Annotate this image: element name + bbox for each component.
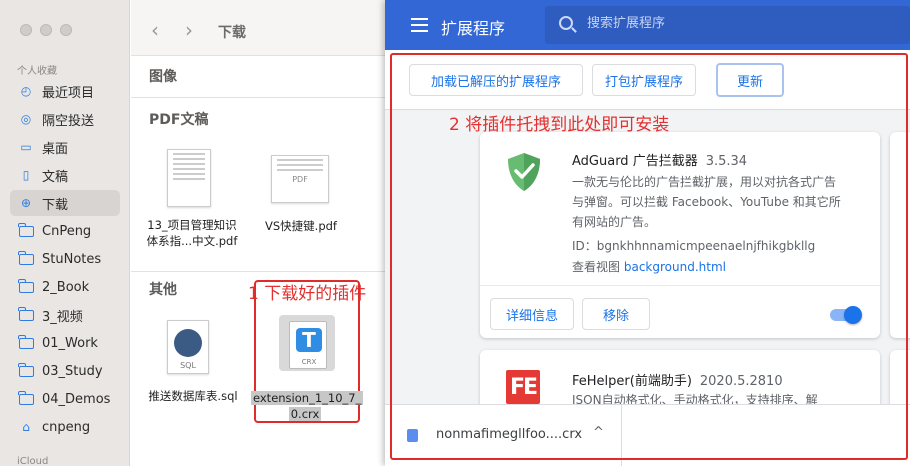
sidebar-item-2-book[interactable]: 2_Book <box>10 274 120 300</box>
airdrop-icon: ◎ <box>20 112 32 126</box>
download-icon: ⊕ <box>20 196 32 210</box>
finder-toolbar: ‹ › <box>131 0 392 56</box>
sidebar-item-desktop[interactable]: ▭ 桌面 <box>10 134 120 160</box>
sidebar-item-cnpeng[interactable]: CnPeng <box>10 218 120 244</box>
extensions-header: 扩展程序 <box>385 0 910 50</box>
finder-sidebar: 个人收藏 ◴ 最近项目 ◎ 隔空投送 ▭ 桌面 ▯ 文稿 ⊕ 下载 CnPeng StuN… <box>0 0 130 466</box>
folder-icon <box>18 278 34 295</box>
pdf-file-icon[interactable] <box>167 149 211 207</box>
finder-title: 下载 <box>218 25 246 41</box>
sidebar-item-04-demos[interactable]: 04_Demos <box>10 386 120 412</box>
minimize-window-button[interactable] <box>40 24 52 36</box>
clock-icon: ◴ <box>20 84 32 98</box>
sidebar-item-cnpeng-home[interactable]: ⌂ cnpeng <box>10 414 120 440</box>
folder-icon <box>18 222 34 239</box>
sidebar-item-stunotes[interactable]: StuNotes <box>10 246 120 272</box>
forward-button[interactable]: › <box>185 18 193 42</box>
folder-icon <box>18 390 34 407</box>
crx-file-name[interactable]: extension_1_10_7_ 0.crx <box>251 390 364 422</box>
search-input[interactable] <box>587 16 887 31</box>
sidebar-item-airdrop[interactable]: ◎ 隔空投送 <box>10 106 120 132</box>
extensions-title: 扩展程序 <box>441 19 506 38</box>
sidebar-item-3-video[interactable]: 3_视频 <box>10 302 120 328</box>
drop-zone-highlight <box>390 53 908 460</box>
search-box[interactable] <box>545 6 910 44</box>
sidebar-item-downloads[interactable]: ⊕ 下载 <box>10 190 120 216</box>
finder-content: 图像 PDF文稿 13_项目管理知识 体系指...中文.pdf PDF VS快捷… <box>131 57 392 466</box>
section-divider <box>131 271 392 272</box>
folder-icon <box>18 334 34 351</box>
folder-icon <box>18 362 34 379</box>
sql-file-name[interactable]: 推送数据库表.sql <box>139 388 247 404</box>
sql-file-icon[interactable]: SQL <box>167 320 209 374</box>
sidebar-item-recents[interactable]: ◴ 最近项目 <box>10 78 120 104</box>
section-divider <box>131 97 392 98</box>
sidebar-item-documents[interactable]: ▯ 文稿 <box>10 162 120 188</box>
crx-t-logo-icon: T <box>296 328 322 352</box>
pdf-file-icon[interactable]: PDF <box>271 155 329 203</box>
desktop-icon: ▭ <box>20 140 32 154</box>
section-images: 图像 <box>149 69 177 85</box>
zoom-window-button[interactable] <box>60 24 72 36</box>
back-button[interactable]: ‹ <box>151 18 159 42</box>
section-other: 其他 <box>149 282 177 298</box>
folder-icon <box>18 306 34 323</box>
hamburger-menu-icon[interactable] <box>411 18 428 32</box>
close-window-button[interactable] <box>20 24 32 36</box>
sidebar-item-03-study[interactable]: 03_Study <box>10 358 120 384</box>
search-icon <box>559 16 573 30</box>
pdf-file-name[interactable]: 13_项目管理知识 体系指...中文.pdf <box>137 217 247 249</box>
crx-file-icon[interactable]: T CRX <box>279 315 335 371</box>
folder-icon <box>18 250 34 267</box>
sidebar-section-favorites: 个人收藏 <box>17 66 57 77</box>
sidebar-section-icloud: iCloud <box>17 456 49 466</box>
home-icon: ⌂ <box>22 420 30 434</box>
pdf-file-name[interactable]: VS快捷键.pdf <box>251 218 351 234</box>
finder-window: 个人收藏 ◴ 最近项目 ◎ 隔空投送 ▭ 桌面 ▯ 文稿 ⊕ 下载 CnPeng StuN… <box>0 0 392 466</box>
sidebar-item-01-work[interactable]: 01_Work <box>10 330 120 356</box>
document-icon: ▯ <box>22 168 30 182</box>
section-pdf: PDF文稿 <box>149 112 209 128</box>
